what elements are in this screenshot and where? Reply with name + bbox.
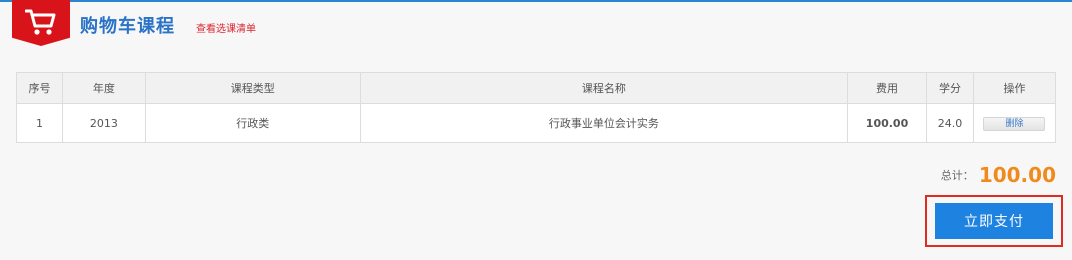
cell-index: 1 [16,103,63,143]
total-value: 100.00 [978,163,1056,187]
delete-button[interactable]: 删除 [983,116,1046,131]
cell-credit: 24.0 [926,103,974,143]
cell-type: 行政类 [144,103,361,143]
page-subtitle: 查看选课清单 [196,24,256,35]
col-header-fee: 费用 [847,72,927,104]
cart-badge [12,0,70,46]
table-row: 1 2013 行政类 行政事业单位会计实务 100.00 24.0 删除 [16,103,1057,143]
page-title: 购物车课程 [80,16,175,37]
cell-year: 2013 [61,103,146,143]
col-header-name: 课程名称 [359,72,849,104]
cart-table: 序号 年度 课程类型 课程名称 费用 学分 操作 1 2013 行政类 行政事业… [16,72,1057,143]
pay-highlight-box: 立即支付 [925,195,1063,247]
page-header: 购物车课程 查看选课清单 [0,0,1072,48]
pay-now-button[interactable]: 立即支付 [935,203,1053,239]
col-header-credit: 学分 [926,72,974,104]
order-total: 总计： 100.00 [941,163,1056,187]
col-header-type: 课程类型 [144,72,361,104]
col-header-action: 操作 [972,72,1057,104]
total-label: 总计： [940,169,974,182]
cell-course-name: 行政事业单位会计实务 [359,103,849,143]
col-header-year: 年度 [61,72,146,104]
cell-fee: 100.00 [847,103,927,143]
col-header-index: 序号 [16,72,63,104]
table-header-row: 序号 年度 课程类型 课程名称 费用 学分 操作 [16,72,1057,104]
cell-action: 删除 [972,103,1057,143]
shopping-cart-icon [25,9,56,35]
